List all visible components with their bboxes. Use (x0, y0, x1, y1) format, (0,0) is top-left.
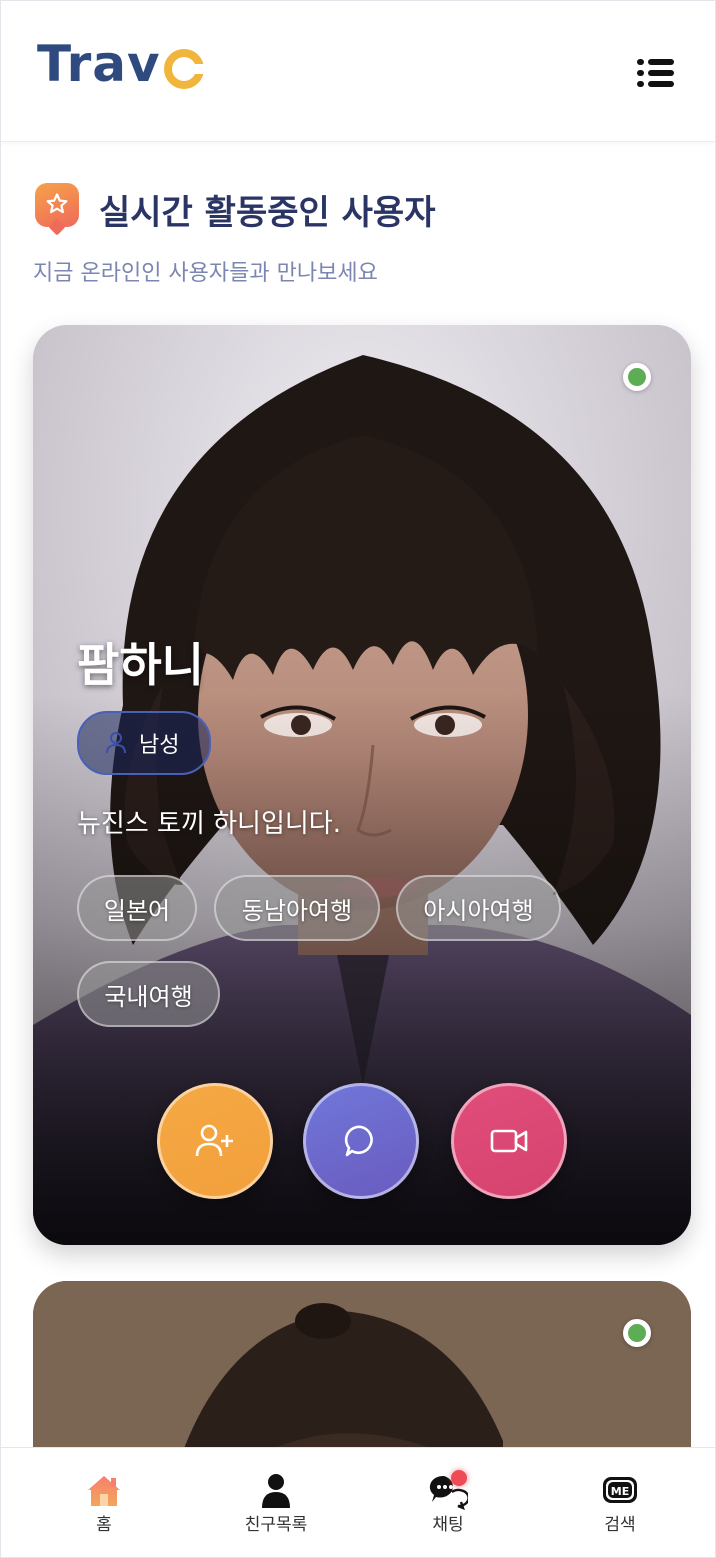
gender-badge: 남성 (77, 711, 211, 775)
nav-item-chat[interactable]: 채팅 (359, 1448, 537, 1557)
list-menu-icon[interactable] (637, 57, 677, 91)
online-status-indicator (623, 363, 651, 391)
nav-label-search: 검색 (604, 1515, 636, 1535)
video-call-button[interactable] (451, 1083, 567, 1199)
interest-tag[interactable]: 국내여행 (77, 961, 220, 1027)
brand-logo-text: Trav (37, 35, 161, 93)
user-icon (106, 732, 126, 754)
nav-label-home: 홈 (96, 1515, 112, 1535)
home-icon (88, 1476, 120, 1506)
chat-notification-badge (451, 1470, 467, 1486)
nav-item-friends[interactable]: 친구목록 (187, 1448, 365, 1557)
video-call-icon (490, 1129, 528, 1153)
nav-item-search[interactable]: ME 검색 (531, 1448, 709, 1557)
section-title: 실시간 활동중인 사용자 (99, 193, 436, 233)
interest-tag[interactable]: 일본어 (77, 875, 197, 941)
nav-label-chat: 채팅 (432, 1515, 464, 1535)
brand-logo-o-icon (163, 49, 206, 89)
me-icon-text: ME (611, 1485, 629, 1498)
online-status-indicator (623, 1319, 651, 1347)
star-badge-icon (35, 183, 79, 227)
nav-label-friends: 친구목록 (244, 1515, 308, 1535)
app-frame: Trav 실시간 활동중인 사용자 지금 온라인인 사용자들과 만나보세요 팜하… (0, 0, 716, 1558)
friends-icon (262, 1474, 290, 1508)
user-bio: 뉴진스 토끼 하니입니다. (77, 809, 341, 839)
chat-bubble-icon (344, 1125, 373, 1157)
bottom-navigation: 홈 친구목록 채팅 ME 검색 (1, 1447, 715, 1557)
interest-tag[interactable]: 동남아여행 (214, 875, 380, 941)
user-card[interactable]: 팜하니 남성 뉴진스 토끼 하니입니다. 일본어 동남아여행 아시아여행 국내여… (33, 325, 691, 1245)
add-friend-icon (195, 1124, 233, 1157)
nav-item-home[interactable]: 홈 (15, 1448, 193, 1557)
app-header: Trav (1, 1, 715, 142)
brand-logo[interactable]: Trav (37, 35, 206, 93)
gender-label: 남성 (139, 733, 180, 758)
user-name: 팜하니 (77, 638, 204, 692)
me-icon: ME (603, 1477, 637, 1503)
interest-tag[interactable]: 아시아여행 (396, 875, 561, 941)
section-subtitle: 지금 온라인인 사용자들과 만나보세요 (33, 261, 378, 286)
chat-button[interactable] (303, 1083, 419, 1199)
add-friend-button[interactable] (157, 1083, 273, 1199)
